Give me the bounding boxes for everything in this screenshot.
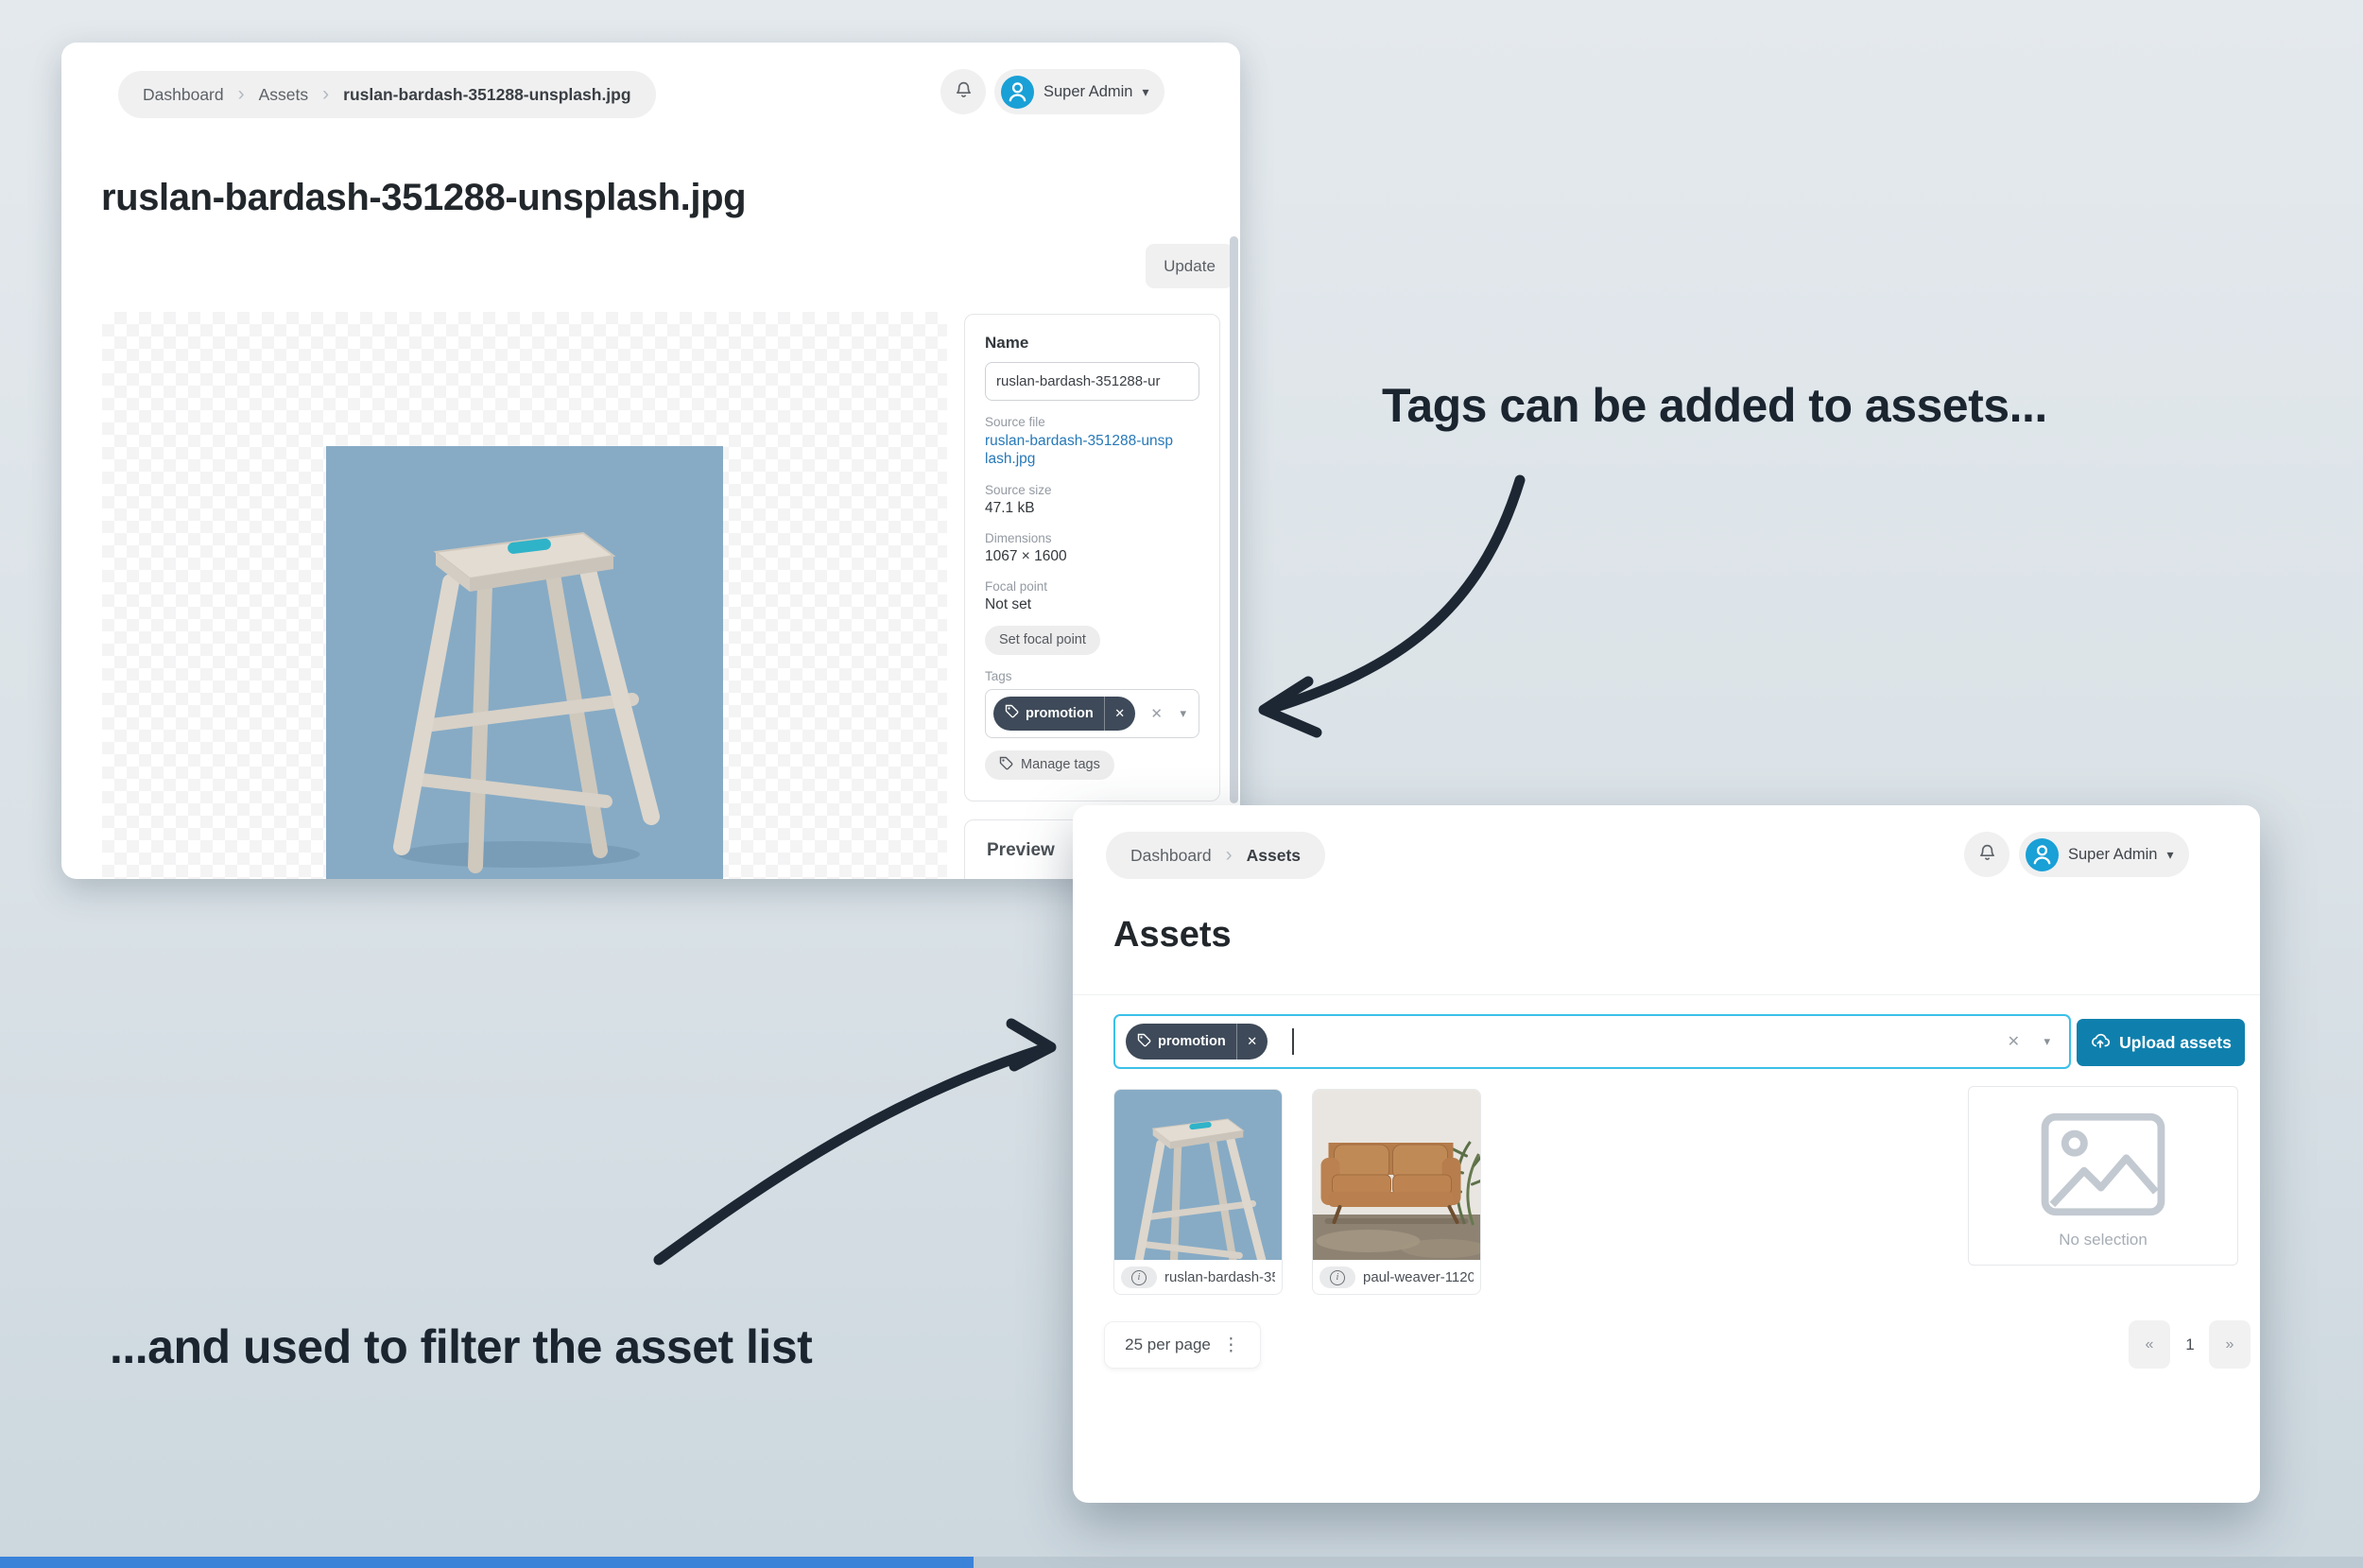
source-file-label: Source file: [985, 415, 1045, 429]
notifications-button[interactable]: [1964, 832, 2009, 877]
clear-tags-icon[interactable]: ✕: [1150, 705, 1163, 722]
kebab-menu-icon: ⋮: [1221, 1335, 1240, 1355]
tag-icon: [1005, 704, 1026, 722]
tag-chip-label: promotion: [1026, 705, 1094, 721]
arrow-to-tags-field: [1258, 474, 1526, 738]
asset-filename: ruslan-bardash-35: [1164, 1269, 1275, 1285]
cloud-upload-icon: [2090, 1031, 2111, 1055]
chevron-down-icon: ▾: [2166, 846, 2174, 862]
tag-chip-promotion[interactable]: promotion ✕: [993, 696, 1135, 731]
source-size-value: 47.1 kB: [985, 499, 1035, 516]
source-size-label: Source size: [985, 482, 1052, 497]
name-input[interactable]: [985, 362, 1199, 401]
asset-preview-area: [102, 312, 947, 879]
chevron-right-icon: ›: [322, 82, 330, 105]
per-page-button[interactable]: 25 per page ⋮: [1104, 1321, 1261, 1369]
page-title: ruslan-bardash-351288-unsplash.jpg: [101, 177, 747, 218]
update-button[interactable]: Update: [1146, 244, 1233, 288]
info-icon: i: [1131, 1269, 1147, 1285]
manage-tags-label: Manage tags: [1021, 757, 1100, 773]
upload-assets-button[interactable]: Upload assets: [2077, 1019, 2245, 1066]
asset-image-stool: [326, 446, 723, 879]
notifications-button[interactable]: [940, 69, 986, 114]
avatar: [1001, 75, 1034, 109]
annotation-filter-note: ...and used to filter the asset list: [110, 1320, 813, 1373]
asset-card-couch[interactable]: i paul-weaver-1120: [1312, 1089, 1481, 1295]
tag-icon: [1137, 1033, 1158, 1051]
no-selection-label: No selection: [2059, 1231, 2147, 1249]
image-placeholder-icon: [2041, 1112, 2165, 1216]
clear-filter-icon[interactable]: ✕: [2008, 1032, 2020, 1051]
preview-section-title: Preview: [987, 840, 1055, 860]
user-name: Super Admin: [1044, 82, 1133, 100]
page-title: Assets: [1113, 915, 1232, 955]
no-selection-panel: No selection: [1968, 1086, 2238, 1266]
remove-tag-icon[interactable]: ✕: [1103, 696, 1135, 731]
tag-chip-label: promotion: [1158, 1034, 1226, 1049]
avatar: [2026, 837, 2059, 871]
manage-tags-button[interactable]: Manage tags: [985, 750, 1114, 780]
tags-input[interactable]: promotion ✕ ✕ ▾: [985, 688, 1199, 738]
focal-point-value: Not set: [985, 595, 1032, 612]
source-file-link[interactable]: ruslan-bardash-351288-unsplash.jpg: [985, 432, 1174, 469]
asset-thumbnail-couch: [1313, 1090, 1480, 1260]
tag-filter-input[interactable]: promotion ✕ ✕ ▾: [1113, 1014, 2071, 1069]
chevron-down-icon: ▾: [1142, 83, 1149, 99]
pagination-next-button[interactable]: »: [2209, 1320, 2251, 1369]
text-cursor: [1291, 1028, 1294, 1055]
set-focal-point-label: Set focal point: [999, 632, 1086, 648]
bell-icon: [1977, 843, 1997, 867]
breadcrumb-dashboard[interactable]: Dashboard: [143, 85, 224, 105]
breadcrumb: Dashboard › Assets: [1106, 832, 1326, 879]
asset-meta-panel: Name Source file ruslan-bardash-351288-u…: [964, 314, 1220, 801]
info-button[interactable]: i: [1121, 1266, 1157, 1288]
bell-icon: [954, 80, 974, 104]
upload-assets-label: Upload assets: [2119, 1032, 2232, 1052]
focal-point-label: Focal point: [985, 578, 1048, 594]
tag-icon: [999, 756, 1013, 774]
info-icon: i: [1330, 1269, 1345, 1285]
asset-card-stool[interactable]: i ruslan-bardash-35: [1113, 1089, 1283, 1295]
breadcrumb-assets[interactable]: Assets: [259, 85, 309, 105]
page: Dashboard › Assets › ruslan-bardash-3512…: [0, 0, 2363, 1568]
annotation-tags-note: Tags can be added to assets...: [1382, 379, 2047, 432]
asset-filename: paul-weaver-1120: [1363, 1269, 1474, 1285]
chevron-right-icon: ›: [1225, 843, 1233, 866]
bottom-progress-bar[interactable]: [0, 1557, 974, 1568]
dimensions-label: Dimensions: [985, 530, 1052, 545]
divider: [1073, 994, 2260, 995]
asset-detail-window: Dashboard › Assets › ruslan-bardash-3512…: [61, 43, 1240, 879]
breadcrumb-current-asset: ruslan-bardash-351288-unsplash.jpg: [343, 84, 631, 104]
user-name: Super Admin: [2068, 845, 2158, 863]
remove-tag-icon[interactable]: ✕: [1235, 1024, 1268, 1060]
dimensions-value: 1067 × 1600: [985, 547, 1067, 564]
chevron-right-icon: ›: [237, 82, 245, 105]
breadcrumb-dashboard[interactable]: Dashboard: [1130, 846, 1212, 866]
breadcrumb: Dashboard › Assets › ruslan-bardash-3512…: [118, 71, 656, 118]
per-page-label: 25 per page: [1125, 1335, 1211, 1353]
arrow-to-filter-input: [653, 1018, 1057, 1266]
asset-caption: i ruslan-bardash-35: [1114, 1260, 1282, 1294]
tag-chip-promotion[interactable]: promotion ✕: [1126, 1024, 1268, 1060]
pagination-prev-button[interactable]: «: [2129, 1320, 2170, 1369]
asset-list-window: Dashboard › Assets Super Admin ▾ Assets …: [1073, 805, 2260, 1503]
tags-dropdown-icon[interactable]: ▾: [1180, 706, 1186, 721]
pagination-current-page: 1: [2185, 1335, 2195, 1353]
info-button[interactable]: i: [1319, 1266, 1355, 1288]
name-label: Name: [985, 334, 1029, 352]
user-menu[interactable]: Super Admin ▾: [994, 69, 1164, 114]
scrollbar[interactable]: [1230, 236, 1238, 803]
filter-dropdown-icon[interactable]: ▾: [2044, 1034, 2050, 1049]
user-menu[interactable]: Super Admin ▾: [2019, 832, 2189, 877]
tags-label: Tags: [985, 668, 1012, 683]
set-focal-point-button[interactable]: Set focal point: [985, 625, 1100, 655]
asset-caption: i paul-weaver-1120: [1313, 1260, 1480, 1294]
breadcrumb-assets: Assets: [1246, 845, 1302, 865]
asset-thumbnail-stool: [1114, 1090, 1282, 1260]
